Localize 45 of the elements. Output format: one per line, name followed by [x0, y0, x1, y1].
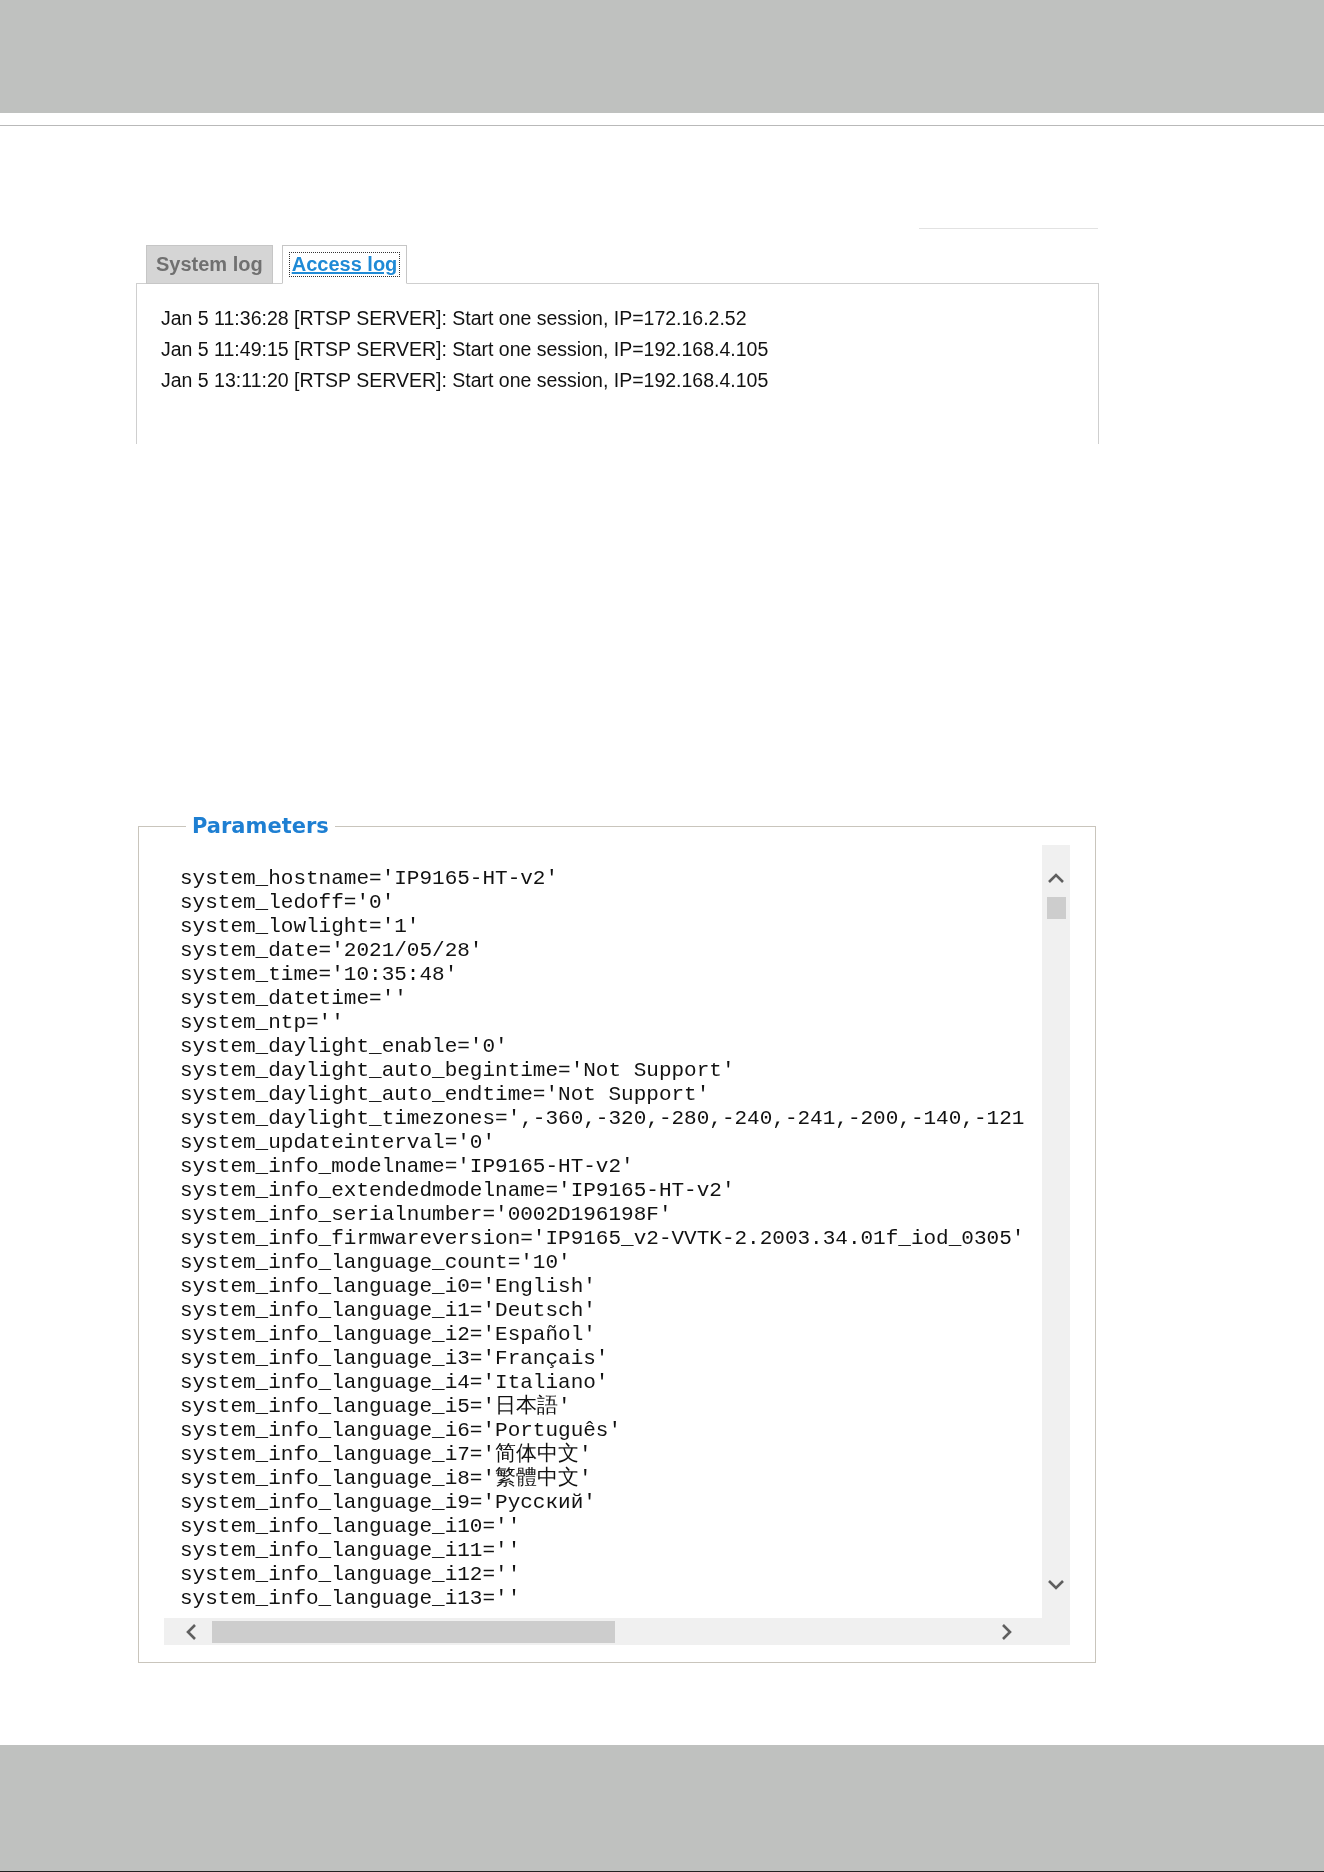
parameter-line: system_info_language_i9='Русский' [180, 1491, 597, 1515]
parameter-line: system_info_modelname='IP9165-HT-v2' [180, 1155, 635, 1179]
parameter-line: system_info_language_i4='Italiano' [180, 1371, 610, 1394]
parameter-line: system_info_language_i1='Deutsch' [180, 1299, 597, 1323]
log-tab[interactable]: System log [146, 245, 273, 284]
parameter-line: system_ledoff='0' [180, 891, 396, 915]
parameter-line: system_info_language_i2='Español' [180, 1323, 597, 1347]
parameter-line: system_info_language_i10='' [180, 1515, 522, 1539]
chevron-right-icon[interactable] [1002, 1623, 1012, 1640]
parameter-line: system_info_language_i6='Português' [180, 1419, 623, 1442]
chevron-down-icon[interactable] [1048, 1580, 1064, 1590]
log-tab[interactable]: Access log [281, 245, 408, 284]
parameter-line: system_datetime='' [180, 987, 408, 1011]
horizontal-scrollbar[interactable] [164, 1618, 1042, 1645]
panel-title: Parameters [191, 814, 330, 838]
parameter-line: system_info_extendedmodelname='IP9165-HT-v2' [180, 1179, 736, 1203]
chevron-left-icon[interactable] [186, 1623, 196, 1640]
parameter-line: system_info_language_i5='日本語' [180, 1395, 572, 1419]
parameter-line: system_info_serialnumber='0002D196198F' [180, 1203, 673, 1227]
log-entry: Jan 5 11:36:28 [RTSP SERVER]: Start one session, IP=172.16.2.52 [161, 306, 748, 331]
parameter-line: system_time='10:35:48' [180, 963, 459, 987]
log-entry: Jan 5 13:11:20 [RTSP SERVER]: Start one session, IP=192.168.4.105 [161, 368, 770, 393]
chevron-up-icon[interactable] [1048, 873, 1064, 883]
parameter-line: system_daylight_timezones=',-360,-320,-280,-240,-241,-200,-140,-121 [180, 1107, 1026, 1131]
parameter-line: system_hostname='IP9165-HT-v2' [180, 867, 560, 891]
parameter-line: system_daylight_auto_begintime='Not Support' [180, 1059, 736, 1083]
scrollbar-thumb[interactable] [1046, 897, 1066, 919]
parameter-line: system_info_language_i12='' [180, 1563, 522, 1587]
vertical-scrollbar[interactable] [1042, 845, 1070, 1645]
parameter-line: system_date='2021/05/28' [180, 939, 484, 963]
parameter-line: system_ntp='' [180, 1011, 345, 1035]
scrollbar-thumb[interactable] [212, 1620, 615, 1643]
parameter-line: system_info_firmwareversion='IP9165_v2-VVTK-2.2003.34.01f_iod_0305' [180, 1227, 1026, 1251]
parameter-line: system_updateinterval='0' [180, 1131, 497, 1155]
parameter-line: system_daylight_enable='0' [180, 1035, 509, 1059]
log-entry: Jan 5 11:49:15 [RTSP SERVER]: Start one session, IP=192.168.4.105 [161, 337, 770, 362]
parameter-line: system_info_language_i11='' [180, 1539, 522, 1563]
parameter-line: system_info_language_i8='繁體中文' [180, 1467, 593, 1491]
parameter-line: system_info_language_i0='English' [180, 1275, 597, 1299]
parameter-line: system_daylight_auto_endtime='Not Support' [180, 1083, 711, 1107]
parameter-line: system_info_language_i3='Français' [180, 1347, 610, 1371]
parameter-line: system_info_language_i13='' [180, 1587, 522, 1611]
parameter-line: system_info_language_count='10' [180, 1251, 572, 1275]
parameter-line: system_lowlight='1' [180, 915, 421, 939]
parameter-line: system_info_language_i7='简体中文' [180, 1443, 593, 1466]
